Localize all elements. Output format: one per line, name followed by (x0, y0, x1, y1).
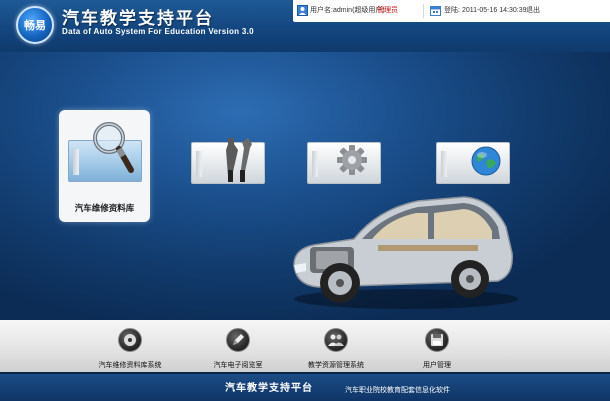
bottom-nav: 汽车维修资料库系统 汽车电子阅览室 教学资源管理系统 用户管理 (0, 320, 610, 372)
module-repair-database[interactable]: 汽车维修资料库 (59, 110, 150, 222)
main-stage: 汽车维修资料库 (0, 52, 610, 320)
nav-teaching-resource-system[interactable]: 教学资源管理系统 (286, 324, 386, 370)
users-icon (324, 328, 348, 352)
login-time-value: 2011-05-16 14:30:39 (462, 7, 527, 14)
nav-label: 汽车电子阅览室 (213, 361, 263, 369)
login-time-label: 登陆: (444, 7, 460, 14)
gear-icon (336, 144, 368, 180)
module-electronic-reading[interactable] (188, 136, 268, 196)
app-title: 汽车教学支持平台 (62, 9, 214, 29)
header: 畅易 汽车教学支持平台 Data of Auto System For Educ… (0, 0, 610, 52)
user-icon (297, 5, 308, 16)
module-label: 汽车维修资料库 (74, 204, 135, 214)
logout-link[interactable]: 退出 (526, 6, 540, 16)
username-label: 用户名: (310, 7, 333, 14)
footer-title: 汽车教学支持平台 (225, 383, 313, 394)
nav-repair-database-system[interactable]: 汽车维修资料库系统 (80, 324, 180, 370)
user-role: 管理员 (377, 7, 398, 14)
footer-subtitle: 汽车职业院校教育配套信息化软件 (345, 386, 450, 394)
car-cutaway-illustration (288, 187, 520, 316)
disc-icon (118, 328, 142, 352)
nav-user-management[interactable]: 用户管理 (387, 324, 487, 370)
app-logo: 畅易 (16, 6, 54, 44)
nav-label: 用户管理 (423, 361, 451, 369)
divider (423, 4, 424, 18)
save-icon (425, 328, 449, 352)
nav-electronic-reading-room[interactable]: 汽车电子阅览室 (188, 324, 288, 370)
globe-icon (471, 146, 501, 180)
magnifier-icon (89, 120, 137, 180)
app-subtitle: Data of Auto System For Education Versio… (62, 27, 254, 36)
user-info-bar: 用户名: admin(超级用户) 管理员 登陆: 2011-05-16 14:3… (293, 0, 610, 22)
pen-icon (226, 328, 250, 352)
nav-label: 汽车维修资料库系统 (98, 361, 162, 369)
footer: 汽车教学支持平台 汽车职业院校教育配套信息化软件 (0, 372, 610, 401)
tools-icon (220, 136, 260, 188)
calendar-icon (430, 5, 441, 16)
nav-label: 教学资源管理系统 (308, 361, 364, 369)
